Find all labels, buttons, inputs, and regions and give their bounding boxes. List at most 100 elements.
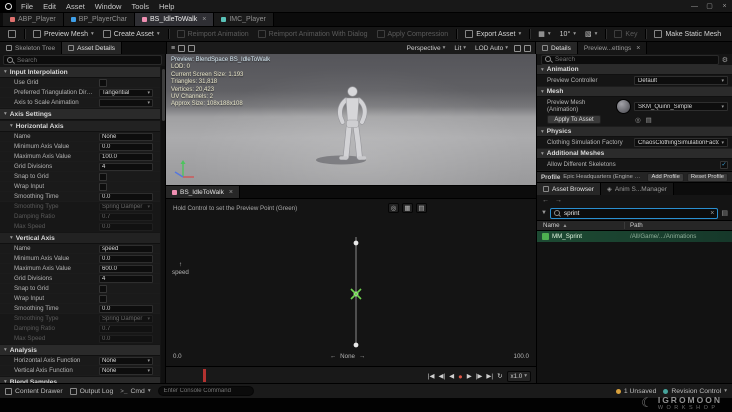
minimize-icon[interactable]: — (687, 3, 702, 10)
scrollbar[interactable] (161, 66, 165, 383)
filter-icon[interactable]: ▼ (541, 210, 547, 216)
dropdown-field[interactable]: Spring Damper ▾ (99, 202, 153, 211)
timeline-playhead[interactable] (203, 369, 206, 382)
rotation-snap-button[interactable]: 10° ▾ (556, 30, 580, 39)
checkbox[interactable] (99, 172, 107, 181)
menu-window[interactable]: Window (90, 2, 127, 11)
checkbox[interactable] (99, 78, 107, 87)
section-axis-settings[interactable]: ▾ Axis Settings (0, 109, 160, 120)
key-button[interactable]: Key (610, 29, 641, 39)
menu-asset[interactable]: Asset (61, 2, 90, 11)
toolbar-browse-button[interactable] (4, 29, 20, 39)
lit-dropdown[interactable]: Lit ▾ (451, 45, 469, 52)
clear-search-icon[interactable]: × (710, 210, 714, 217)
viewport-camera-icon[interactable] (178, 44, 186, 52)
go-to-start-button[interactable]: |◀ (428, 372, 435, 380)
checkbox[interactable] (99, 182, 107, 191)
add-profile-button[interactable]: Add Profile (647, 172, 684, 182)
value-field[interactable]: 0.0 (99, 334, 153, 343)
create-asset-button[interactable]: Create Asset ▾ (99, 29, 164, 39)
asset-row-selected[interactable]: MM_Sprint /All/Game/.../Animations (537, 231, 732, 242)
go-to-end-button[interactable]: ▶| (486, 372, 493, 380)
viewport-menu-icon[interactable]: ≡ (171, 45, 175, 52)
grid-snap-button[interactable]: ▦ ▾ (534, 29, 554, 39)
unreal-logo[interactable] (0, 0, 16, 13)
content-drawer-button[interactable]: Content Drawer (5, 387, 63, 395)
value-field[interactable]: 0.0 (99, 142, 153, 151)
gear-icon[interactable]: ⚙ (722, 56, 728, 64)
preview-mesh-dropdown[interactable]: SKM_Quinn_Simple ▾ (634, 102, 728, 111)
step-back-button[interactable]: ◀| (438, 372, 445, 380)
preview-viewport[interactable]: Preview: BlendSpace BS_IdleToWalk LOD: 0… (166, 54, 536, 185)
console-command-input[interactable] (157, 386, 254, 396)
checkbox[interactable]: ✓ (720, 160, 728, 169)
checkbox[interactable] (99, 294, 107, 303)
menu-file[interactable]: File (16, 2, 38, 11)
playback-speed-dropdown[interactable]: x1.0 ▾ (506, 370, 531, 382)
column-path[interactable]: Path (625, 222, 732, 229)
checkbox[interactable] (99, 284, 107, 293)
value-field[interactable]: 0.0 (99, 304, 153, 313)
lod-dropdown[interactable]: LOD Auto ▾ (472, 45, 511, 52)
play-reverse-button[interactable]: ◀ (449, 372, 454, 380)
section-physics[interactable]: ▾ Physics (537, 127, 732, 137)
reimport-animation-button[interactable]: Reimport Animation (173, 29, 253, 39)
dropdown-field[interactable]: None ▾ (99, 356, 153, 365)
menu-help[interactable]: Help (154, 2, 179, 11)
tab-details[interactable]: Details (536, 42, 578, 54)
asset-search-box[interactable]: × (549, 207, 719, 219)
tab-preview-scene-settings[interactable]: Preview...ettings × (577, 42, 648, 54)
search-box[interactable] (3, 55, 162, 65)
tab-bs-idletowalk[interactable]: BS_IdleToWalk × (135, 13, 215, 26)
unsaved-indicator[interactable]: 1 Unsaved (615, 388, 656, 395)
value-field[interactable]: 100.0 (99, 152, 153, 161)
value-field[interactable]: 0.7 (99, 324, 153, 333)
value-field[interactable]: 600.0 (99, 264, 153, 273)
apply-compression-button[interactable]: Apply Compression (373, 29, 453, 39)
dropdown-field[interactable]: Spring Damper ▾ (99, 314, 153, 323)
asset-browser-empty-area[interactable] (537, 242, 732, 383)
revision-control-button[interactable]: Revision Control ▾ (663, 388, 727, 395)
value-field[interactable]: 0.0 (99, 192, 153, 201)
section-input-interpolation[interactable]: ▾ Input Interpolation (0, 67, 160, 78)
close-tab-icon[interactable]: × (636, 45, 640, 52)
tab-blendspace-document[interactable]: BS_IdleToWalk × (166, 186, 240, 198)
search-input[interactable] (17, 56, 158, 64)
menu-tools[interactable]: Tools (126, 2, 154, 11)
tab-bp-playerchar[interactable]: BP_PlayerChar (63, 13, 135, 26)
value-field[interactable]: 4 (99, 274, 153, 283)
step-forward-button[interactable]: |▶ (476, 372, 483, 380)
value-field[interactable]: 0.7 (99, 212, 153, 221)
dropdown-field[interactable]: ▾ (99, 98, 153, 107)
use-selected-icon[interactable]: ◎ (635, 116, 641, 124)
value-field[interactable]: 4 (99, 162, 153, 171)
tab-asset-details[interactable]: Asset Details (62, 42, 123, 54)
output-log-button[interactable]: Output Log (69, 387, 113, 395)
loop-button[interactable]: ↻ (497, 372, 502, 380)
scrollbar-thumb[interactable] (161, 69, 165, 121)
close-icon[interactable]: × (717, 3, 732, 10)
section-horizontal-axis[interactable]: ▾ Horizontal Axis (0, 121, 160, 132)
export-asset-button[interactable]: Export Asset ▾ (461, 29, 525, 39)
close-tab-icon[interactable]: × (202, 16, 206, 23)
section-mesh[interactable]: ▾ Mesh (537, 87, 732, 97)
tab-imc-player[interactable]: IMC_Player (214, 13, 274, 26)
dropdown-field[interactable]: None ▾ (99, 366, 153, 375)
view-options-icon[interactable]: ▤ (721, 209, 728, 217)
back-arrow-icon[interactable]: ← (542, 197, 549, 204)
make-static-mesh-button[interactable]: Make Static Mesh (650, 29, 725, 39)
menu-edit[interactable]: Edit (38, 2, 61, 11)
maximize-icon[interactable]: ▢ (702, 2, 717, 10)
screenshot-icon[interactable] (514, 44, 521, 52)
reimport-animation-dialog-button[interactable]: Reimport Animation With Dialog (254, 29, 372, 39)
dropdown-field[interactable]: Tangential ▾ (99, 88, 153, 97)
preview-controller-dropdown[interactable]: Default ▾ (634, 76, 728, 85)
forward-arrow-icon[interactable]: → (555, 197, 562, 204)
reset-profile-button[interactable]: Reset Profile (686, 172, 728, 182)
value-field[interactable]: 0.0 (99, 254, 153, 263)
section-animation[interactable]: ▾ Animation (537, 65, 732, 75)
browse-to-asset-icon[interactable]: ▤ (646, 116, 652, 124)
tab-asset-browser[interactable]: Asset Browser (537, 183, 601, 195)
value-field[interactable]: speed (99, 244, 153, 253)
record-button[interactable]: ● (458, 372, 463, 381)
